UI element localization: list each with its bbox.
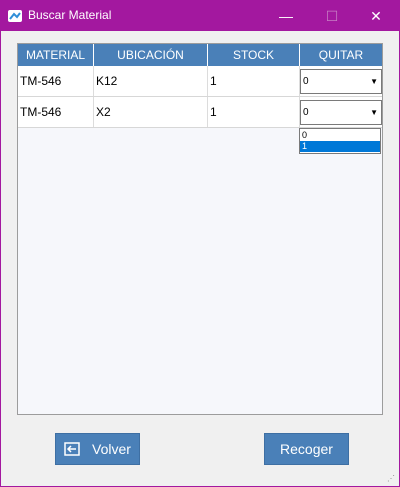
title-bar[interactable]: Buscar Material — ☐ ✕ [1,1,399,31]
column-header-ubicacion[interactable]: UBICACIÓN [94,44,208,66]
dropdown-option-selected[interactable]: 1 [300,141,380,152]
close-icon: ✕ [370,7,382,24]
column-header-stock[interactable]: STOCK [208,44,300,66]
app-icon [8,10,22,22]
minimize-icon: — [279,8,293,24]
cell-ubicacion: K12 [94,66,208,96]
cell-material: TM-546 [18,97,94,127]
quitar-value: 0 [303,107,309,118]
volver-label: Volver [92,441,131,457]
table-row[interactable]: TM-546 K12 1 0 ▼ [18,66,382,97]
quitar-dropdown-list[interactable]: 0 1 [299,128,381,154]
close-button[interactable]: ✕ [353,1,399,31]
column-header-material[interactable]: MATERIAL [18,44,94,66]
column-header-quitar[interactable]: QUITAR [300,44,382,66]
quitar-combobox[interactable]: 0 ▼ [300,69,382,94]
cell-material: TM-546 [18,66,94,96]
quitar-value: 0 [303,76,309,87]
volver-button[interactable]: Volver [55,433,140,465]
window: Buscar Material — ☐ ✕ MATERIAL UBICACIÓN… [0,0,400,487]
dropdown-arrow-icon[interactable]: ▼ [370,77,378,86]
dropdown-option[interactable]: 0 [300,130,380,141]
minimize-button[interactable]: — [263,1,309,31]
table-row[interactable]: TM-546 X2 1 0 ▼ [18,97,382,128]
recoger-button[interactable]: Recoger [264,433,349,465]
recoger-label: Recoger [280,441,333,457]
dropdown-arrow-icon[interactable]: ▼ [370,108,378,117]
window-title: Buscar Material [28,8,112,22]
maximize-icon: ☐ [325,7,339,24]
materials-table[interactable]: MATERIAL UBICACIÓN STOCK QUITAR TM-546 K… [17,43,383,415]
resize-grip-icon[interactable]: ⋰ [387,474,397,484]
cell-stock: 1 [208,66,300,96]
cell-ubicacion: X2 [94,97,208,127]
cell-stock: 1 [208,97,300,127]
maximize-button[interactable]: ☐ [309,1,355,31]
quitar-combobox[interactable]: 0 ▼ [300,100,382,125]
exit-icon [64,442,80,456]
